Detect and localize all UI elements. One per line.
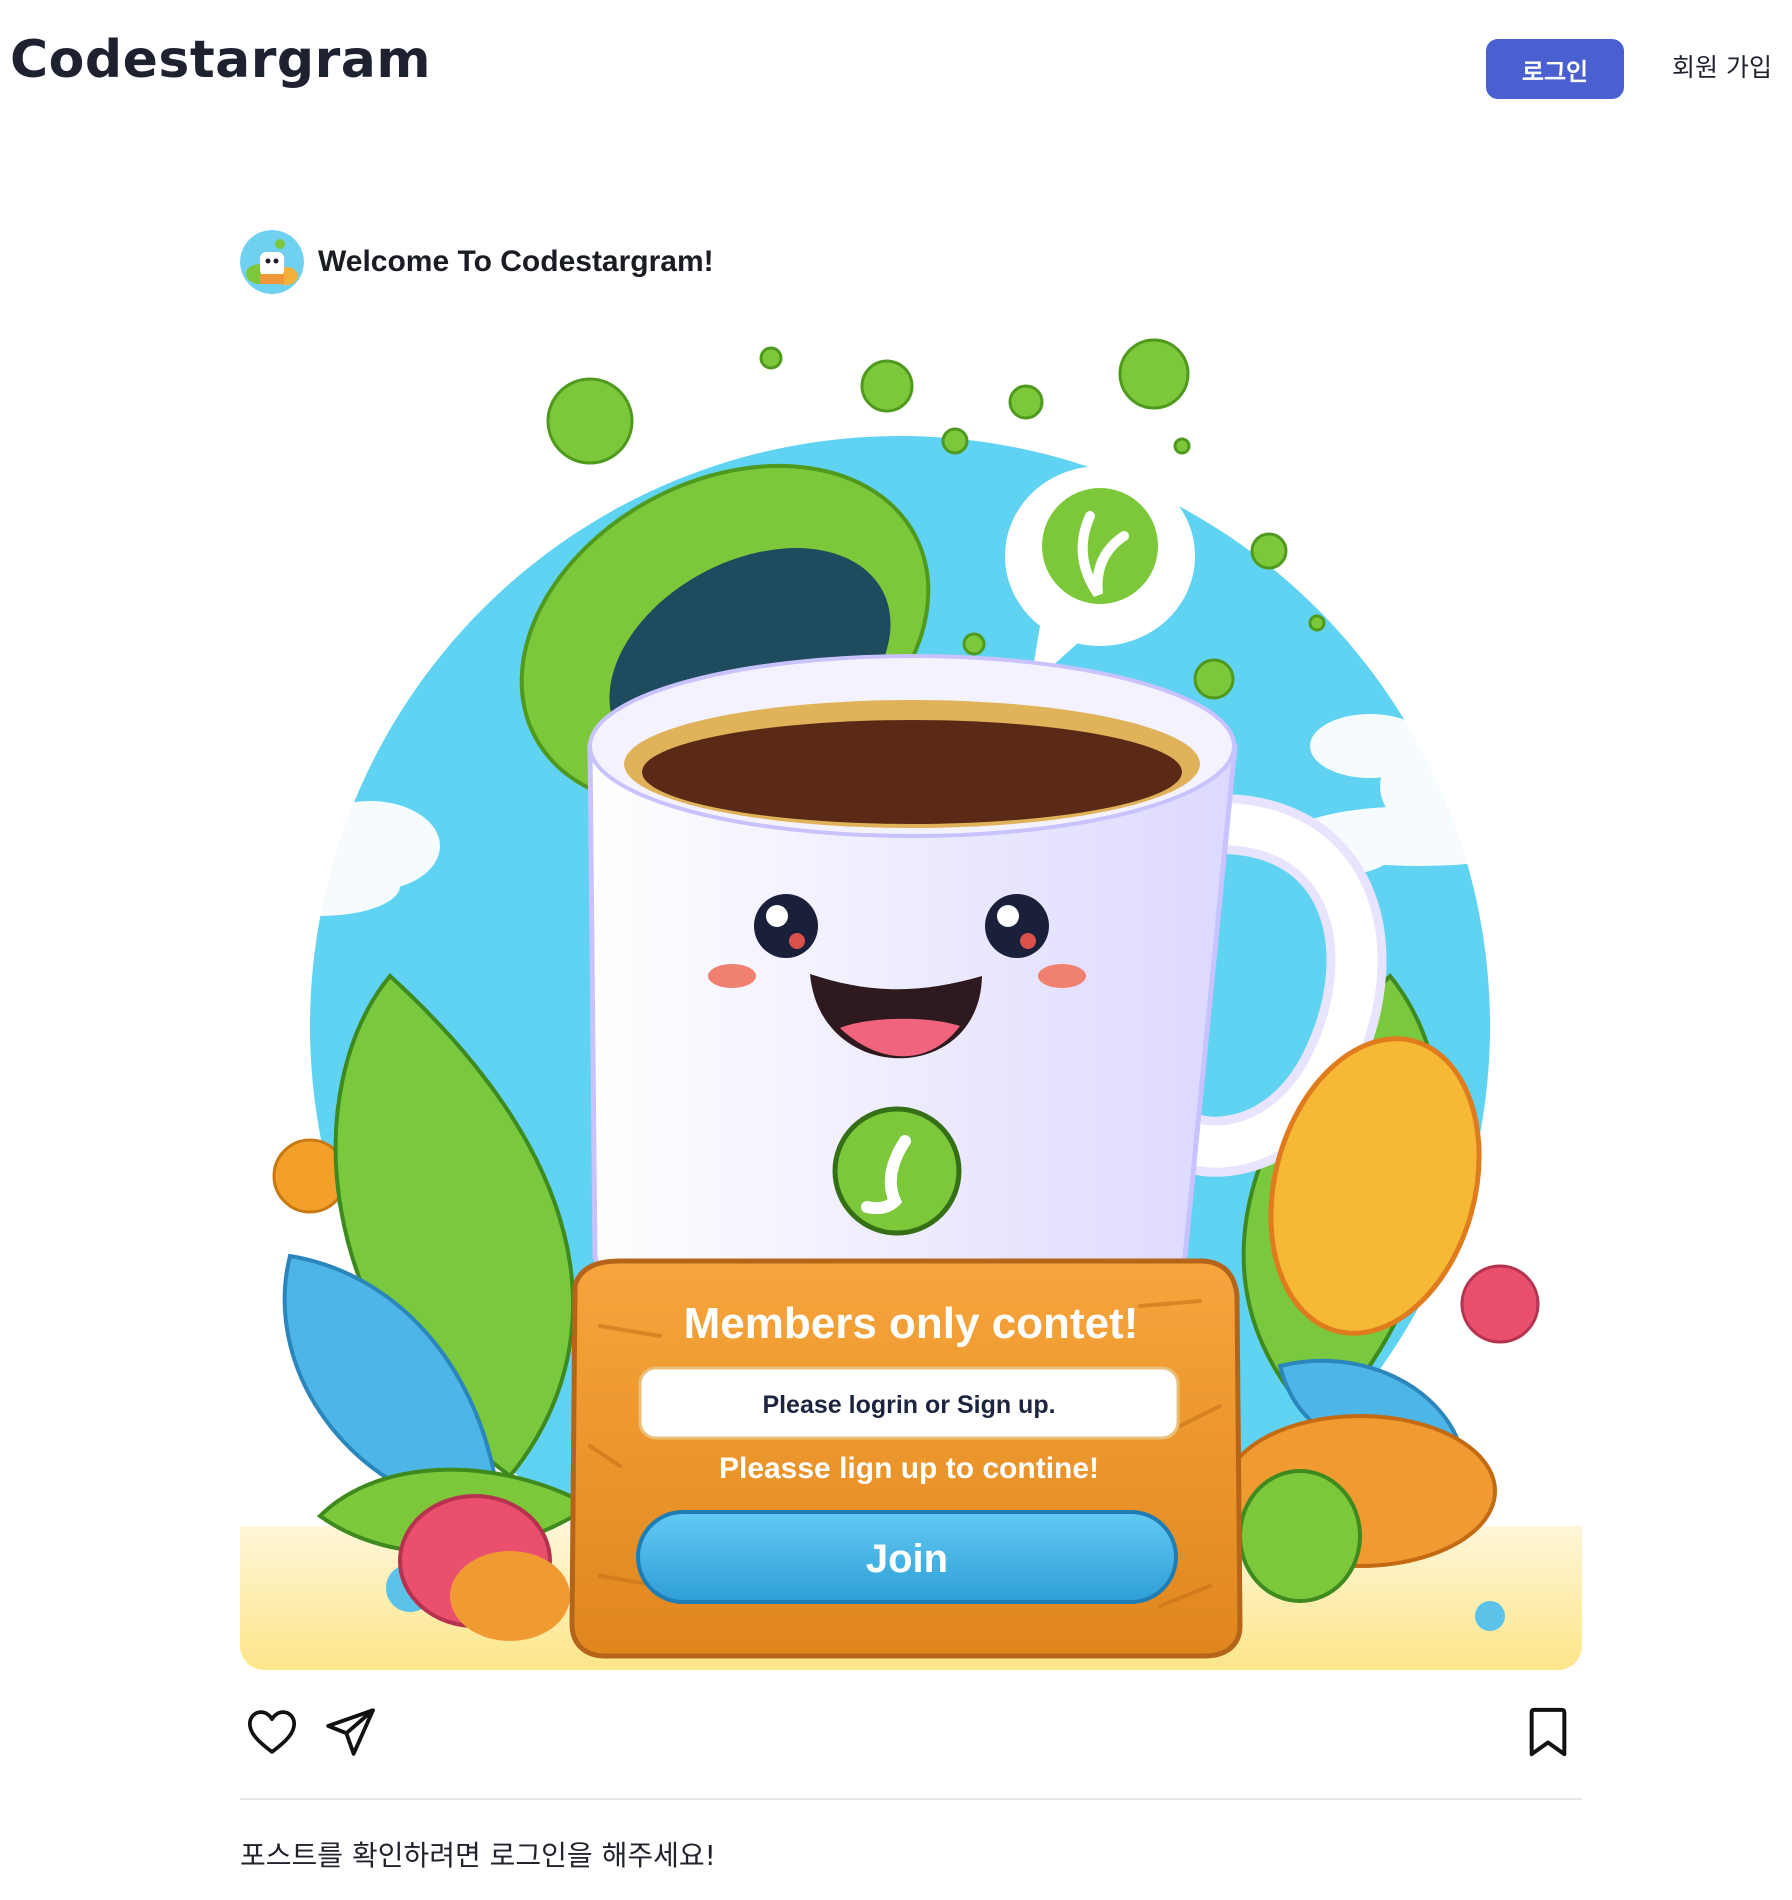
members-sign: Members only contet! Please logrin or Si… (569, 1258, 1243, 1659)
post-actions (240, 1700, 1582, 1770)
navbar: Codestargram 로그인 회원 가입 (0, 0, 1792, 130)
heart-icon[interactable] (240, 1700, 304, 1764)
sign-title: Members only contet! (684, 1299, 1139, 1348)
app-logo[interactable]: Codestargram (10, 30, 431, 90)
post-author-title: Welcome To Codestargram! (318, 245, 714, 278)
login-button[interactable]: 로그인 (1486, 39, 1624, 99)
divider (240, 1798, 1582, 1800)
post-image[interactable]: Members only contet! Please logrin or Si… (240, 326, 1582, 1670)
send-icon[interactable] (318, 1700, 382, 1764)
post-caption: 포스트를 확인하려면 로그인을 해주세요! (240, 1839, 716, 1872)
signup-link[interactable]: 회원 가입 (1672, 48, 1772, 84)
bookmark-icon[interactable] (1516, 1700, 1580, 1764)
avatar[interactable] (240, 230, 304, 294)
sign-subtitle: Pleasse lign up to contine! (719, 1452, 1099, 1485)
join-button-label: Join (866, 1537, 948, 1581)
login-prompt-text: Please logrin or Sign up. (762, 1391, 1055, 1419)
post-header: Welcome To Codestargram! (240, 228, 714, 296)
